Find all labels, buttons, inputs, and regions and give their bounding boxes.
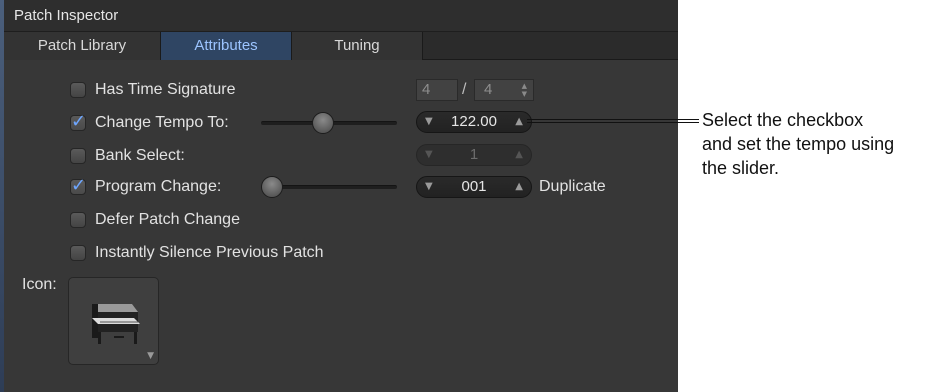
bank-select-value: 1 [469,146,479,163]
arrow-up-icon[interactable]: ▲ [515,177,523,197]
checkmark-icon: ✓ [71,175,87,196]
arrow-up-icon[interactable]: ▲ [515,145,523,165]
dropdown-arrow-icon[interactable]: ▼ [147,351,154,361]
bank-select-label: Bank Select: [95,147,185,164]
program-change-label: Program Change: [95,178,222,195]
program-change-checkbox[interactable]: ✓ [70,175,86,196]
tab-tuning[interactable]: Tuning [292,32,423,60]
duplicate-label: Duplicate [539,178,606,195]
tab-patch-library[interactable]: Patch Library [4,32,161,60]
has-time-signature-label: Has Time Signature [95,81,236,98]
piano-icon [92,304,140,344]
instantly-silence-checkbox[interactable] [70,245,86,261]
tab-bar: Patch Library Attributes Tuning [4,32,678,60]
has-time-signature-checkbox[interactable] [70,82,86,98]
time-signature-numerator-field[interactable]: 4 [416,79,458,101]
time-signature-denominator-value: 4 [484,81,493,98]
time-signature-denominator-stepper[interactable]: 4 ▲ ▼ [474,79,534,101]
change-tempo-label: Change Tempo To: [95,114,229,131]
change-tempo-checkbox[interactable]: ✓ [70,111,86,132]
callout-line-3: the slider. [702,158,780,178]
checkmark-icon: ✓ [71,111,87,132]
time-signature-separator: / [462,81,467,98]
callout-text: Select the checkbox and set the tempo us… [702,108,934,180]
bank-select-stepper[interactable]: ▼ 1 ▲ [416,144,532,166]
icon-well-button[interactable]: ▼ [68,277,159,365]
instantly-silence-label: Instantly Silence Previous Patch [95,244,324,261]
program-change-stepper[interactable]: ▼ 001 ▲ [416,176,532,198]
patch-inspector-window: Patch Inspector Patch Library Attributes… [0,0,678,392]
tempo-value: 122.00 [451,113,497,130]
program-slider-knob[interactable] [261,176,283,198]
tempo-slider-knob[interactable] [312,112,335,134]
callout-line-1: Select the checkbox [702,110,864,130]
program-change-value: 001 [461,178,487,195]
callout-line-2: and set the tempo using [702,134,895,154]
defer-patch-change-label: Defer Patch Change [95,211,240,228]
arrow-up-icon[interactable]: ▲ [515,112,523,132]
callout-leader-line [527,119,699,123]
icon-label: Icon: [22,276,57,293]
window-title: Patch Inspector [4,0,678,32]
defer-patch-change-checkbox[interactable] [70,212,86,228]
stepper-arrows-icon[interactable]: ▲ ▼ [522,82,527,98]
bank-select-checkbox[interactable] [70,148,86,164]
tempo-stepper[interactable]: ▼ 122.00 ▲ [416,111,532,133]
attributes-pane: Has Time Signature 4 / 4 ▲ ▼ ✓ Change Tem… [4,60,678,392]
tab-attributes[interactable]: Attributes [161,32,292,60]
